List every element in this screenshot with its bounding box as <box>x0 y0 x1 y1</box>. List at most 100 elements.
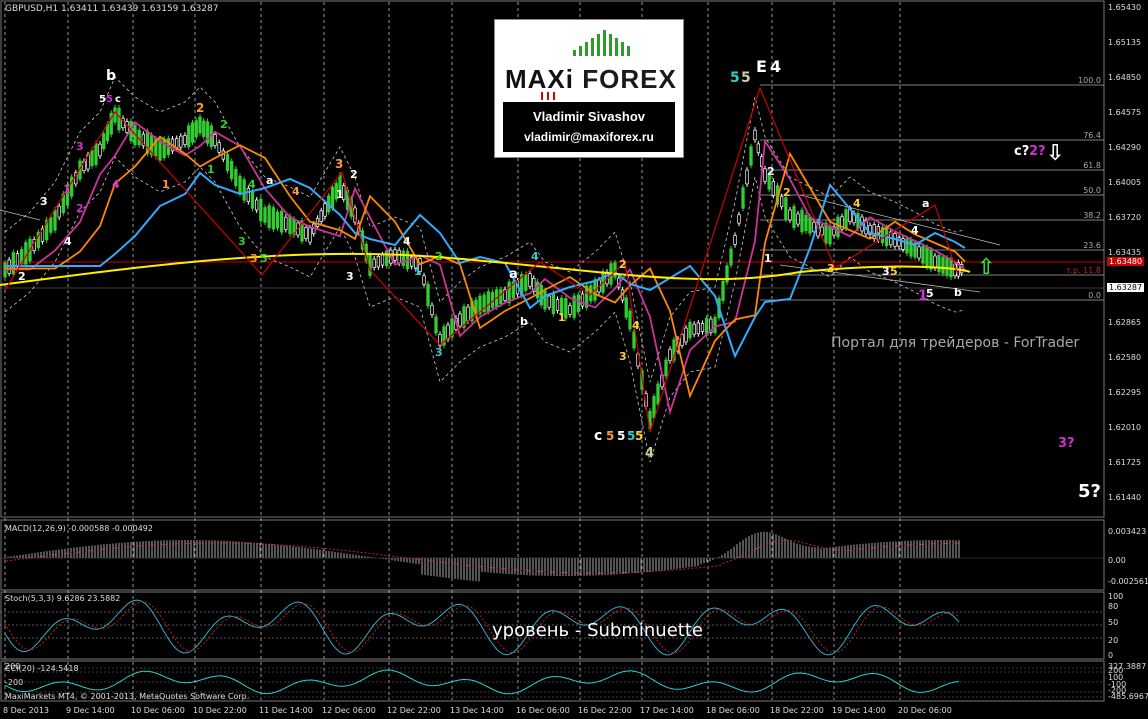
candle-body <box>756 143 760 154</box>
candle-body <box>804 214 808 232</box>
time-tick: 13 Dec 14:00 <box>450 706 504 715</box>
wave-label: 3 <box>346 270 354 283</box>
arrow-up-icon: ⇧ <box>977 255 996 280</box>
author-email[interactable]: vladimir@maxiforex.ru <box>503 130 675 144</box>
candle-body <box>372 258 376 268</box>
wave-label: 2? <box>1029 144 1046 159</box>
channel-left <box>0 209 41 221</box>
wave-label: 2 <box>220 118 228 131</box>
candle-body <box>308 227 312 243</box>
candle-body <box>323 203 327 217</box>
candle-body <box>624 297 628 318</box>
time-tick: 16 Dec 22:00 <box>578 706 632 715</box>
candle-body <box>179 135 183 148</box>
candle-body <box>330 186 335 209</box>
candle-body <box>800 209 804 233</box>
candle-body <box>721 281 725 301</box>
wave-label: 3 <box>335 157 343 171</box>
candle-body <box>259 198 263 222</box>
watermark: Портал для трейдеров - ForTrader <box>831 335 1080 351</box>
stoch-tick: 50 <box>1108 618 1119 627</box>
candle-body <box>250 191 255 209</box>
fibo-label: т.р. 11.8 <box>1066 266 1101 275</box>
wave-label: 2 <box>783 186 791 199</box>
candle-body <box>194 120 198 138</box>
time-tick: 10 Dec 22:00 <box>193 706 247 715</box>
macd-tick: 0.00 <box>1108 556 1126 565</box>
candle-body <box>507 281 511 304</box>
macd-histogram <box>0 531 1104 582</box>
candle-body <box>198 116 202 134</box>
candle-body <box>688 321 692 339</box>
wave-label: 5 <box>617 429 625 443</box>
candle-body <box>796 213 800 225</box>
candle-body <box>225 153 230 172</box>
candle-body <box>784 197 788 220</box>
candle-body <box>836 216 840 238</box>
candle-body <box>668 348 672 362</box>
macd-tick: -0.002561 <box>1108 577 1148 586</box>
candle-body <box>937 255 941 273</box>
time-tick: 9 Dec 14:00 <box>66 706 115 715</box>
stoch-main-line <box>4 599 960 656</box>
price-tick: 1.63435 <box>1108 248 1142 257</box>
wave-label: b <box>954 286 962 299</box>
candle-body <box>162 138 166 159</box>
candle-body <box>11 252 15 275</box>
wave-label: c <box>594 428 602 444</box>
candle-body <box>94 143 98 165</box>
candle-body <box>430 304 434 316</box>
candle-body <box>763 168 767 182</box>
candle-body <box>466 306 470 322</box>
candle-body <box>700 322 705 333</box>
wave-label: 1 <box>63 183 71 196</box>
candle-body <box>284 216 288 230</box>
moving-averages <box>0 120 971 416</box>
candle-body <box>190 122 195 143</box>
candle-body <box>98 143 102 157</box>
time-tick: 18 Dec 22:00 <box>770 706 824 715</box>
price-tick: 1.65135 <box>1108 38 1142 47</box>
candle-body <box>941 256 945 274</box>
wave-label: 4 <box>853 197 861 210</box>
candle-body <box>263 207 267 223</box>
wave-label: 4 <box>770 57 781 76</box>
candle-body <box>652 396 656 418</box>
logo-red-ticks-icon <box>541 92 555 100</box>
candle-body <box>925 246 929 268</box>
last-price-badge: 1.63287 <box>1107 283 1145 292</box>
wave-label: 3 <box>619 350 627 363</box>
candle-body <box>202 120 206 137</box>
fibo-label: 50.0 <box>1083 186 1101 195</box>
wave-label: 4 <box>403 235 411 248</box>
wave-label: 5 <box>926 287 934 300</box>
candle-body <box>422 275 426 285</box>
candle-body <box>696 322 700 335</box>
time-tick: 12 Dec 06:00 <box>322 706 376 715</box>
candle-body <box>792 206 796 228</box>
candle-body <box>315 217 320 228</box>
time-tick: 20 Dec 06:00 <box>898 706 952 715</box>
candle-body <box>808 216 812 234</box>
fibo-label: 23.6 <box>1083 241 1101 250</box>
wave-label: 2 <box>76 202 84 215</box>
candle-body <box>576 294 580 313</box>
candle-body <box>945 257 949 276</box>
wave-label: 4 <box>64 235 72 248</box>
candle-body <box>102 133 106 150</box>
wave-label: 5 <box>741 70 751 86</box>
time-tick: 19 Dec 14:00 <box>832 706 886 715</box>
candle-body <box>656 383 660 405</box>
wave-label: 1 <box>764 252 772 265</box>
logo-brand-right: FOREX <box>582 64 677 94</box>
stoch-tick: 20 <box>1108 636 1119 645</box>
wave-label: 2 <box>435 250 443 263</box>
time-tick: 12 Dec 22:00 <box>387 706 441 715</box>
logo-brand-left: MAXi <box>505 64 574 94</box>
macd-title: MACD(12,26,9) -0.000588 -0.000492 <box>5 524 153 533</box>
wave-label: 5 <box>606 429 614 443</box>
wave-label: 1 <box>414 265 422 278</box>
cci-tick: -485.6967 <box>1108 692 1148 701</box>
time-tick: 18 Dec 06:00 <box>706 706 760 715</box>
wave-label: c <box>115 94 121 105</box>
